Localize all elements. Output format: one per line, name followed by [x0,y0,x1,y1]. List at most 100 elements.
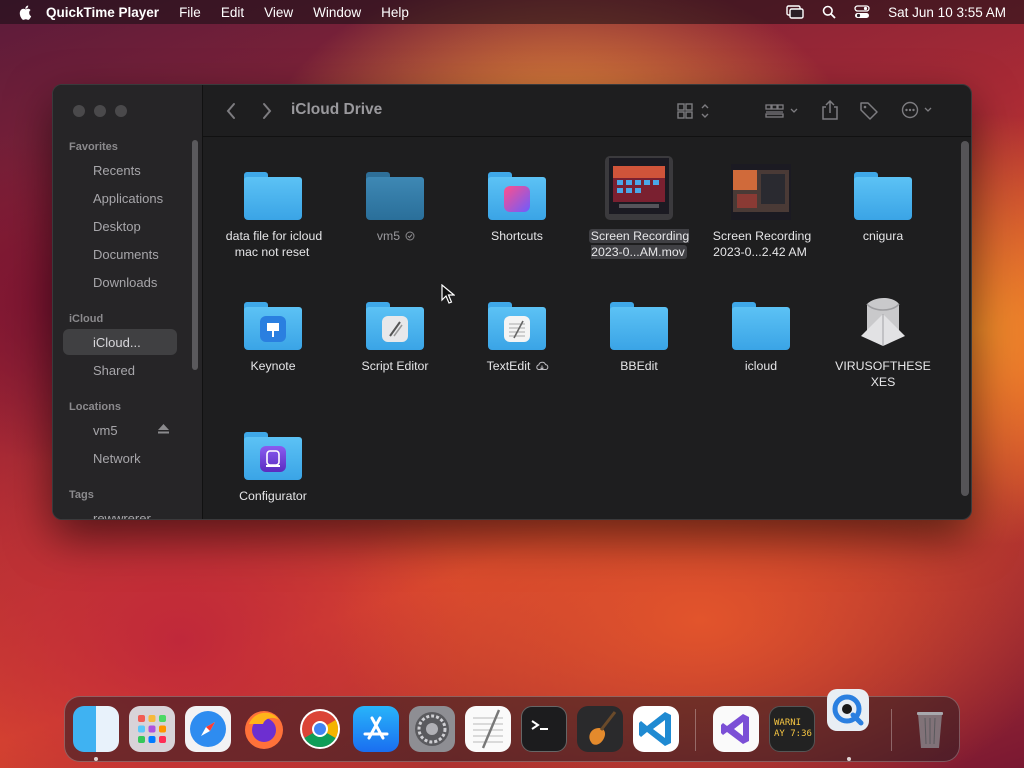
menu-view[interactable]: View [264,5,293,20]
sidebar-item-label: Recents [93,162,141,178]
dock-safari-icon[interactable] [185,706,231,752]
file-name: BBEdit [620,359,658,373]
file-name: icloud [744,359,778,373]
file-item[interactable]: Screen Recording 2023-0...2.42 AM [705,150,817,260]
tag-icon[interactable] [859,101,879,121]
dock-garageband-icon[interactable] [577,706,623,752]
sidebar-scrollbar[interactable] [192,140,198,370]
apple-icon[interactable] [18,4,34,20]
menu-help[interactable]: Help [381,5,409,20]
file-name: Shortcuts [491,229,543,243]
file-name: Script Editor [361,359,429,373]
keynote-folder-icon [244,302,302,350]
sidebar-item-label: Documents [93,246,159,262]
dock-quicktime-icon[interactable] [827,689,869,731]
file-name: Screen Recording 2023-0...AM.mov [588,229,690,259]
file-item[interactable]: Configurator [217,410,329,504]
sidebar-item-label: Applications [93,190,164,206]
file-item[interactable]: icloud [705,280,817,374]
sidebar-item-tag[interactable]: rewwrerer [63,505,177,520]
menu-app-name[interactable]: QuickTime Player [46,5,159,20]
file-name: Keynote [250,359,296,373]
forward-chevron-icon[interactable] [261,102,273,120]
file-item[interactable]: TextEdit [461,280,573,374]
view-grid-icon[interactable] [677,103,711,119]
sidebar-item-shared[interactable]: Shared [63,357,177,383]
finder-window: Favorites Recents Applications Desktop D… [52,84,972,520]
sidebar-item-network[interactable]: Network [63,445,177,471]
control-center-icon[interactable] [854,5,870,19]
folder-icon [732,302,790,350]
window-title: iCloud Drive [291,101,383,118]
file-grid: data file for icloud mac not reset vm5 S… [203,138,971,519]
mouse-cursor-icon [441,284,455,304]
dock-separator [695,709,696,751]
file-name: Configurator [239,489,307,503]
file-item[interactable]: Shortcuts [461,150,573,244]
dock-launchpad-icon[interactable] [129,706,175,752]
cloud-download-icon[interactable] [535,361,549,371]
file-item[interactable]: VIRUSOFTHESEXES [827,280,939,390]
dock-finder-icon[interactable] [73,706,119,752]
video-thumbnail-icon [605,156,673,220]
menu-file[interactable]: File [179,5,201,20]
file-name: Screen Recording 2023-0...2.42 AM [712,229,812,259]
screen-mirroring-icon[interactable] [786,5,804,19]
sidebar-item-desktop[interactable]: Desktop [63,213,177,239]
sidebar-item-label: Shared [93,362,135,378]
menu-clock[interactable]: Sat Jun 10 3:55 AM [888,5,1006,20]
folder-icon [366,172,424,220]
file-name: VIRUSOFTHESEXES [835,359,931,389]
sidebar-item-recents[interactable]: Recents [63,157,177,183]
dock-textedit-icon[interactable] [465,706,511,752]
dock-system-settings-icon[interactable] [409,706,455,752]
content-scrollbar[interactable] [961,141,969,496]
file-item-selected[interactable]: Screen Recording 2023-0...AM.mov [583,150,695,260]
sidebar-item-applications[interactable]: Applications [63,185,177,211]
folder-icon [610,302,668,350]
group-by-icon[interactable] [765,103,801,119]
dock-separator [891,709,892,751]
sidebar-section-locations: Locations [69,401,121,413]
configurator-folder-icon [244,432,302,480]
sidebar-item-label: iCloud... [93,334,141,350]
close-button[interactable] [73,105,85,117]
dock-console-icon[interactable]: WARNI AY 7:36 [769,706,815,752]
zoom-button[interactable] [115,105,127,117]
file-item[interactable]: data file for icloud mac not reset [217,150,329,260]
share-icon[interactable] [821,99,839,121]
file-item[interactable]: Keynote [217,280,329,374]
dock-trash-icon[interactable] [907,706,953,752]
back-chevron-icon[interactable] [225,102,237,120]
dock-vscode-icon[interactable] [633,706,679,752]
menu-window[interactable]: Window [313,5,361,20]
menu-bar: QuickTime Player File Edit View Window H… [0,0,1024,24]
sidebar-item-label: Desktop [93,218,141,234]
file-item[interactable]: vm5 [339,150,451,244]
sidebar-item-downloads[interactable]: Downloads [63,269,177,295]
sidebar-item-vm5[interactable]: vm5 [63,417,177,443]
script-editor-folder-icon [366,302,424,350]
dock-app-store-icon[interactable] [353,706,399,752]
file-item[interactable]: Script Editor [339,280,451,374]
dock-terminal-icon[interactable] [521,706,567,752]
window-controls [73,105,127,117]
shortcuts-folder-icon [488,172,546,220]
spotlight-search-icon[interactable] [822,5,836,19]
dock-chrome-icon[interactable] [297,706,343,752]
dock-firefox-icon[interactable] [241,706,287,752]
sidebar-section-favorites: Favorites [69,141,118,153]
sidebar-item-documents[interactable]: Documents [63,241,177,267]
more-actions-icon[interactable] [901,101,937,119]
eject-icon[interactable] [158,424,169,434]
minimize-button[interactable] [94,105,106,117]
textedit-folder-icon [488,302,546,350]
sidebar-item-label: Downloads [93,274,158,290]
file-name: vm5 [376,229,401,243]
sidebar-item-icloud-drive[interactable]: iCloud... [63,329,177,355]
menu-edit[interactable]: Edit [221,5,244,20]
sidebar-section-tags: Tags [69,489,94,501]
file-item[interactable]: BBEdit [583,280,695,374]
dock-visual-studio-icon[interactable] [713,706,759,752]
file-item[interactable]: cnigura [827,150,939,244]
